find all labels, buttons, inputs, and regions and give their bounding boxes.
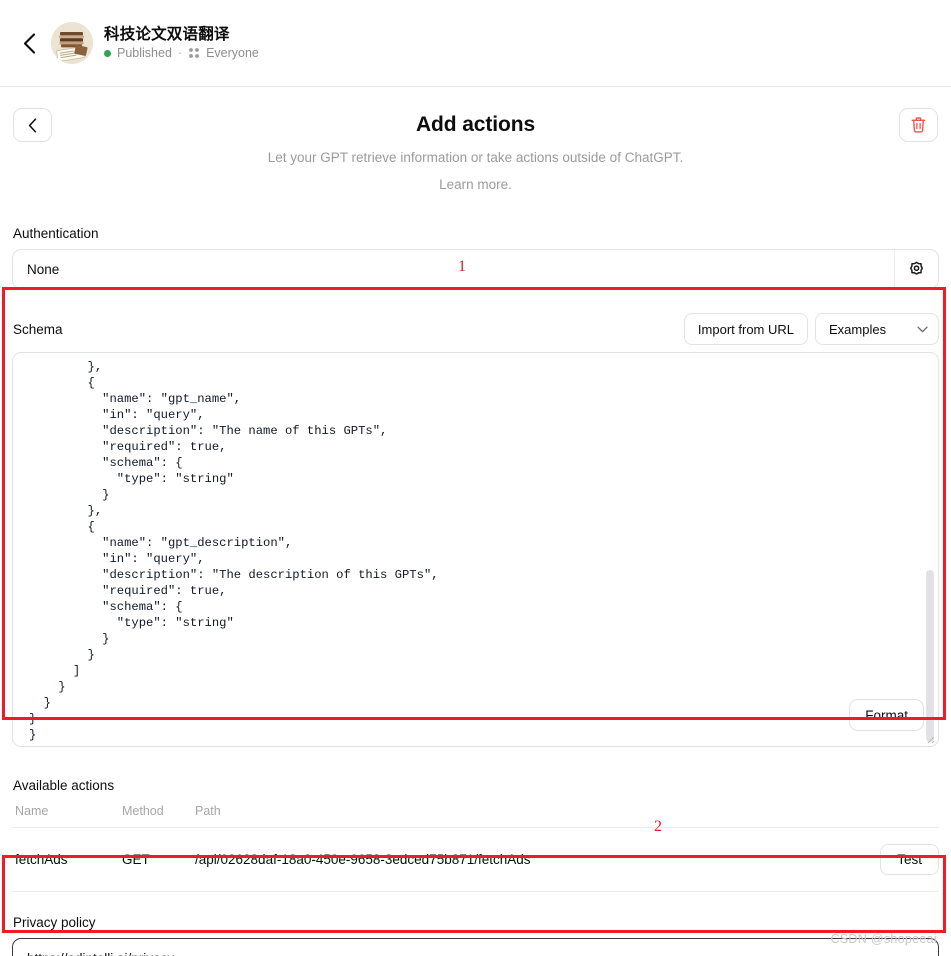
import-from-url-button[interactable]: Import from URL bbox=[683, 313, 808, 345]
action-method-cell: GET bbox=[122, 827, 195, 892]
published-dot-icon bbox=[104, 49, 111, 57]
authentication-settings-button[interactable] bbox=[894, 250, 938, 288]
watermark: CSDN @shopeeai bbox=[830, 932, 937, 946]
action-test-cell: Test bbox=[859, 827, 939, 892]
audience-label: Everyone bbox=[206, 46, 259, 60]
page-back-button[interactable] bbox=[13, 108, 52, 142]
schema-header-row: Schema Import from URL Examples bbox=[12, 313, 939, 345]
gpt-status-row: Published · Everyone bbox=[104, 45, 259, 61]
privacy-policy-section: Privacy policy bbox=[12, 914, 939, 956]
examples-select-value: Examples bbox=[829, 321, 887, 337]
available-actions-table: Name Method Path fetchAds GET /api/02628… bbox=[12, 801, 939, 892]
column-header-name: Name bbox=[12, 801, 122, 828]
top-back-button[interactable] bbox=[16, 30, 42, 56]
page-header: Add actions Let your GPT retrieve inform… bbox=[0, 87, 951, 204]
annotation-marker-1: 1 bbox=[458, 258, 466, 275]
examples-select[interactable]: Examples bbox=[815, 313, 939, 345]
main-content: Authentication None Schema Import from U… bbox=[0, 225, 951, 956]
everyone-grid-icon bbox=[188, 47, 200, 59]
gpt-meta: 科技论文双语翻译 Published · Everyone bbox=[104, 25, 259, 61]
page-title: Add actions bbox=[415, 113, 536, 136]
column-header-actions bbox=[859, 801, 939, 828]
action-name-cell: fetchAds bbox=[12, 827, 122, 892]
gear-icon bbox=[909, 261, 924, 275]
top-navigation-bar: 科技论文双语翻译 Published · Everyone bbox=[0, 0, 951, 87]
chevron-down-icon bbox=[917, 326, 928, 333]
format-button[interactable]: Format bbox=[849, 699, 924, 731]
privacy-policy-label: Privacy policy bbox=[13, 915, 96, 930]
test-action-button[interactable]: Test bbox=[880, 844, 939, 875]
action-path-cell: /api/02628daf-18a0-450e-9658-3edced75b87… bbox=[195, 827, 859, 892]
authentication-label: Authentication bbox=[13, 226, 99, 241]
annotation-marker-2: 2 bbox=[654, 818, 662, 835]
trash-icon bbox=[911, 117, 926, 133]
publish-status-label: Published bbox=[117, 46, 172, 60]
available-actions-section: Available actions Name Method Path fetch… bbox=[12, 777, 939, 892]
resize-grip-icon[interactable] bbox=[925, 734, 935, 744]
available-actions-label: Available actions bbox=[13, 778, 115, 793]
column-header-method: Method bbox=[122, 801, 195, 828]
schema-header-buttons: Import from URL Examples bbox=[683, 313, 939, 345]
delete-action-button[interactable] bbox=[899, 108, 938, 142]
schema-section: Schema Import from URL Examples }, { "na… bbox=[12, 313, 939, 747]
chevron-left-icon bbox=[23, 32, 35, 54]
schema-code-text[interactable]: }, { "name": "gpt_name", "in": "query", … bbox=[13, 353, 938, 746]
schema-scrollbar-thumb[interactable] bbox=[926, 570, 934, 742]
learn-more-link[interactable]: Learn more. bbox=[0, 174, 951, 196]
privacy-policy-input[interactable] bbox=[12, 938, 939, 956]
gpt-title: 科技论文双语翻译 bbox=[104, 26, 230, 43]
authentication-field[interactable]: None bbox=[12, 249, 939, 289]
chevron-left-icon bbox=[28, 117, 37, 133]
gpt-avatar bbox=[51, 22, 93, 64]
books-avatar-icon bbox=[51, 22, 93, 64]
table-header-row: Name Method Path bbox=[12, 801, 939, 828]
page-subtitle: Let your GPT retrieve information or tak… bbox=[267, 150, 684, 165]
schema-label: Schema bbox=[13, 321, 63, 337]
table-row: fetchAds GET /api/02628daf-18a0-450e-965… bbox=[12, 827, 939, 892]
authentication-section: Authentication None bbox=[12, 225, 939, 289]
schema-scrollbar[interactable] bbox=[926, 355, 936, 744]
schema-editor[interactable]: }, { "name": "gpt_name", "in": "query", … bbox=[12, 352, 939, 747]
authentication-value: None bbox=[27, 261, 60, 277]
status-separator: · bbox=[177, 46, 183, 60]
column-header-path: Path bbox=[195, 801, 859, 828]
